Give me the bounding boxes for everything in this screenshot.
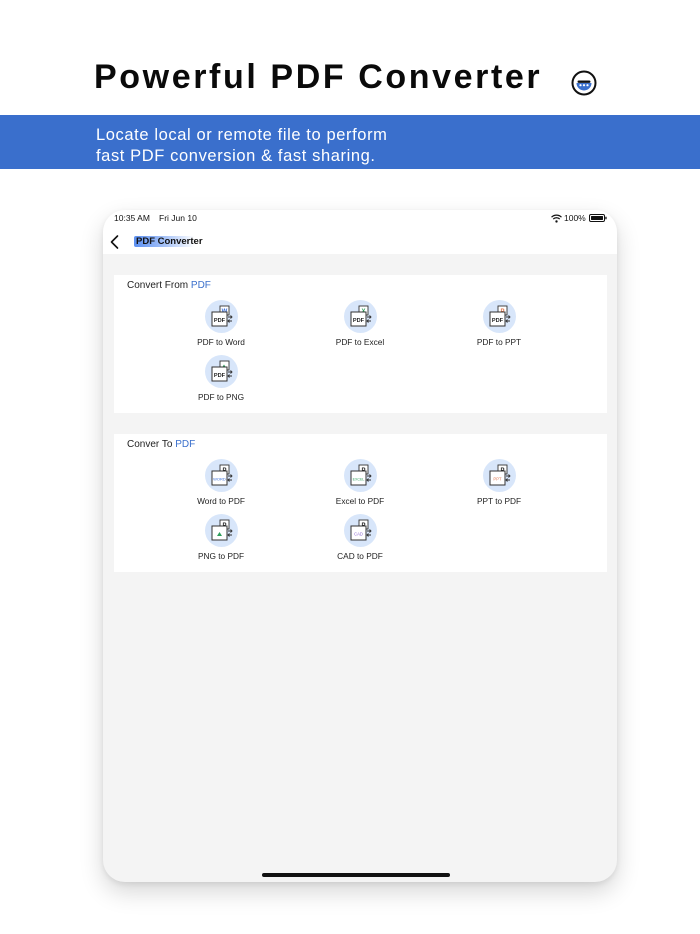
- convert-from-heading-accent: PDF: [190, 280, 211, 291]
- excel-to-pdf-label: Excel to PDF: [335, 496, 385, 506]
- cad-to-pdf-label: CAD to PDF: [337, 551, 383, 561]
- pdf-to-png-icon: PDF: [205, 355, 238, 388]
- ppt-to-pdf-icon: P PPT: [483, 459, 516, 492]
- promo-subtitle: Locate local or remote file to perform f…: [96, 125, 388, 167]
- svg-text:PDF: PDF: [353, 318, 365, 324]
- word-to-pdf-button[interactable]: P WORD Word to PDF: [176, 459, 266, 511]
- pdf-to-excel-button[interactable]: X PDF PDF to Excel: [315, 300, 405, 352]
- convert-from-heading: Convert From PDF: [127, 280, 211, 291]
- svg-text:PDF: PDF: [214, 373, 226, 379]
- home-indicator[interactable]: [262, 873, 450, 877]
- svg-text:PDF: PDF: [214, 318, 226, 324]
- status-time: 10:35 AM: [114, 213, 150, 223]
- ppt-to-pdf-button[interactable]: P PPT PPT to PDF: [454, 459, 544, 511]
- app-logo-icon: [571, 70, 597, 96]
- pdf-to-excel-label: PDF to Excel: [335, 337, 385, 347]
- pdf-to-png-label: PDF to PNG: [197, 392, 245, 402]
- ppt-to-pdf-label: PPT to PDF: [476, 496, 522, 506]
- nav-bar: PDF Converter: [103, 232, 617, 254]
- battery-icon: [589, 214, 607, 222]
- device-screen: 10:35 AM Fri Jun 10 100% PDF Converter C…: [103, 210, 617, 882]
- pdf-to-ppt-button[interactable]: P PDF PDF to PPT: [454, 300, 544, 352]
- convert-to-heading-accent: PDF: [175, 439, 196, 450]
- promo-subtitle-line-1: Locate local or remote file to perform: [96, 126, 388, 144]
- status-date: Fri Jun 10: [159, 213, 197, 223]
- nav-title: PDF Converter: [134, 236, 205, 247]
- convert-to-section: Conver To PDF P WORD Word to PDF P: [114, 434, 607, 572]
- pdf-to-ppt-label: PDF to PPT: [476, 337, 522, 347]
- pdf-to-ppt-icon: P PDF: [483, 300, 516, 333]
- word-to-pdf-icon: P WORD: [205, 459, 238, 492]
- convert-from-section: Convert From PDF W PDF PDF to Word X: [114, 275, 607, 413]
- png-to-pdf-button[interactable]: P PNG to PDF: [176, 514, 266, 566]
- status-bar: 10:35 AM Fri Jun 10 100%: [103, 210, 617, 232]
- promo-subtitle-line-2: fast PDF conversion & fast sharing.: [96, 147, 376, 165]
- excel-to-pdf-button[interactable]: P EXCEL Excel to PDF: [315, 459, 405, 511]
- convert-to-heading: Conver To PDF: [127, 439, 195, 450]
- convert-from-heading-prefix: Convert From: [127, 280, 191, 291]
- promo-title: Powerful PDF Converter: [94, 58, 543, 96]
- pdf-to-excel-icon: X PDF: [344, 300, 377, 333]
- convert-to-heading-prefix: Conver To: [127, 439, 176, 450]
- pdf-to-word-icon: W PDF: [205, 300, 238, 333]
- battery-percent: 100%: [564, 213, 586, 223]
- svg-text:EXCEL: EXCEL: [353, 478, 365, 482]
- promo-banner: Locate local or remote file to perform f…: [0, 115, 700, 169]
- cad-to-pdf-button[interactable]: P CAD CAD to PDF: [315, 514, 405, 566]
- back-chevron-icon[interactable]: [108, 234, 122, 250]
- svg-text:PPT: PPT: [493, 477, 502, 482]
- pdf-to-png-button[interactable]: PDF PDF to PNG: [176, 355, 266, 407]
- png-to-pdf-label: PNG to PDF: [197, 551, 245, 561]
- excel-to-pdf-icon: P EXCEL: [344, 459, 377, 492]
- png-to-pdf-icon: P: [205, 514, 238, 547]
- cad-to-pdf-icon: P CAD: [344, 514, 377, 547]
- svg-text:WORD: WORD: [213, 477, 226, 482]
- pdf-to-word-button[interactable]: W PDF PDF to Word: [176, 300, 266, 352]
- svg-text:PDF: PDF: [492, 318, 504, 324]
- wifi-icon: [551, 214, 562, 223]
- pdf-to-word-label: PDF to Word: [197, 337, 245, 347]
- svg-text:CAD: CAD: [354, 532, 363, 537]
- word-to-pdf-label: Word to PDF: [197, 496, 245, 506]
